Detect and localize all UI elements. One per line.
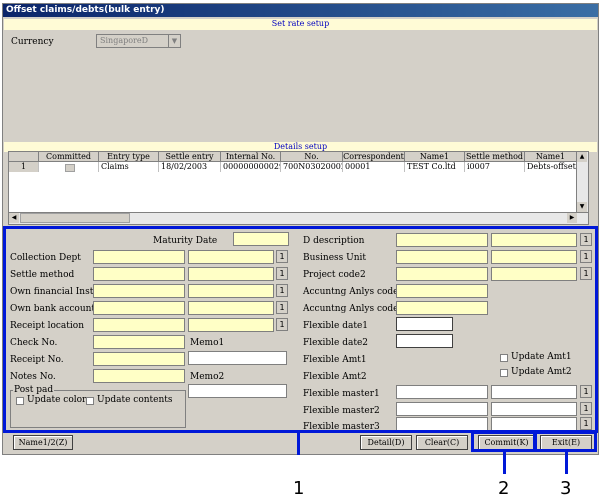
table-cell[interactable]: Claims bbox=[99, 162, 159, 172]
committed-checkbox[interactable] bbox=[65, 164, 75, 172]
callout-frame-commit bbox=[471, 431, 536, 452]
col-header[interactable]: No. bbox=[281, 152, 343, 162]
table-cell[interactable]: Debts-offset/Adv bbox=[525, 162, 577, 172]
name12-button[interactable]: Name1/2(Z) bbox=[13, 435, 73, 450]
callout-line-3 bbox=[565, 452, 568, 474]
table-cell[interactable]: TEST Co.ltd bbox=[405, 162, 465, 172]
rate-setup-header: Set rate setup bbox=[4, 19, 597, 30]
table-cell[interactable]: 18/02/2003 bbox=[159, 162, 221, 172]
grid-row-header-corner bbox=[9, 152, 39, 162]
callout-number-2: 2 bbox=[498, 478, 510, 499]
col-header[interactable]: Name1 bbox=[405, 152, 465, 162]
chevron-down-icon[interactable]: ▼ bbox=[168, 35, 180, 47]
callout-frame-form bbox=[3, 226, 598, 433]
callout-line-2 bbox=[503, 452, 506, 474]
horizontal-scrollbar[interactable]: ◀ ▶ bbox=[9, 212, 588, 224]
col-header[interactable]: Entry type bbox=[99, 152, 159, 162]
col-header[interactable]: Settle method bbox=[465, 152, 525, 162]
table-cell-committed[interactable] bbox=[39, 162, 99, 172]
col-header[interactable]: Correspondent bbox=[343, 152, 405, 162]
col-header[interactable]: Settle entry date bbox=[159, 152, 221, 162]
currency-label: Currency bbox=[11, 37, 54, 47]
window-title: Offset claims/debts(bulk entry) bbox=[3, 4, 598, 17]
clear-button[interactable]: Clear(C) bbox=[416, 435, 468, 450]
callout-line-1 bbox=[297, 433, 300, 455]
currency-select[interactable]: SingaporeD ▼ bbox=[96, 34, 181, 48]
table-cell[interactable]: i0007 bbox=[465, 162, 525, 172]
callout-number-1: 1 bbox=[293, 478, 305, 499]
scroll-right-icon[interactable]: ▶ bbox=[567, 213, 577, 223]
callout-frame-exit bbox=[534, 431, 597, 452]
table-cell[interactable]: 700N030200020 bbox=[281, 162, 343, 172]
col-header[interactable]: Name1 bbox=[525, 152, 577, 162]
vertical-scrollbar[interactable]: ▲ ▼ bbox=[576, 152, 588, 212]
scroll-thumb[interactable] bbox=[20, 213, 130, 223]
col-header[interactable]: Committed bbox=[39, 152, 99, 162]
scroll-down-icon[interactable]: ▼ bbox=[577, 202, 587, 212]
currency-value: SingaporeD bbox=[100, 36, 148, 45]
details-grid[interactable]: Committed Entry type Settle entry date I… bbox=[8, 151, 589, 225]
col-header[interactable]: Internal No. bbox=[221, 152, 281, 162]
table-cell[interactable]: 00001 bbox=[343, 162, 405, 172]
scroll-up-icon[interactable]: ▲ bbox=[577, 152, 587, 162]
table-cell[interactable]: 000000000029 bbox=[221, 162, 281, 172]
callout-number-3: 3 bbox=[560, 478, 572, 499]
scroll-left-icon[interactable]: ◀ bbox=[9, 213, 19, 223]
detail-button[interactable]: Detail(D) bbox=[360, 435, 412, 450]
row-number: 1 bbox=[9, 162, 39, 172]
